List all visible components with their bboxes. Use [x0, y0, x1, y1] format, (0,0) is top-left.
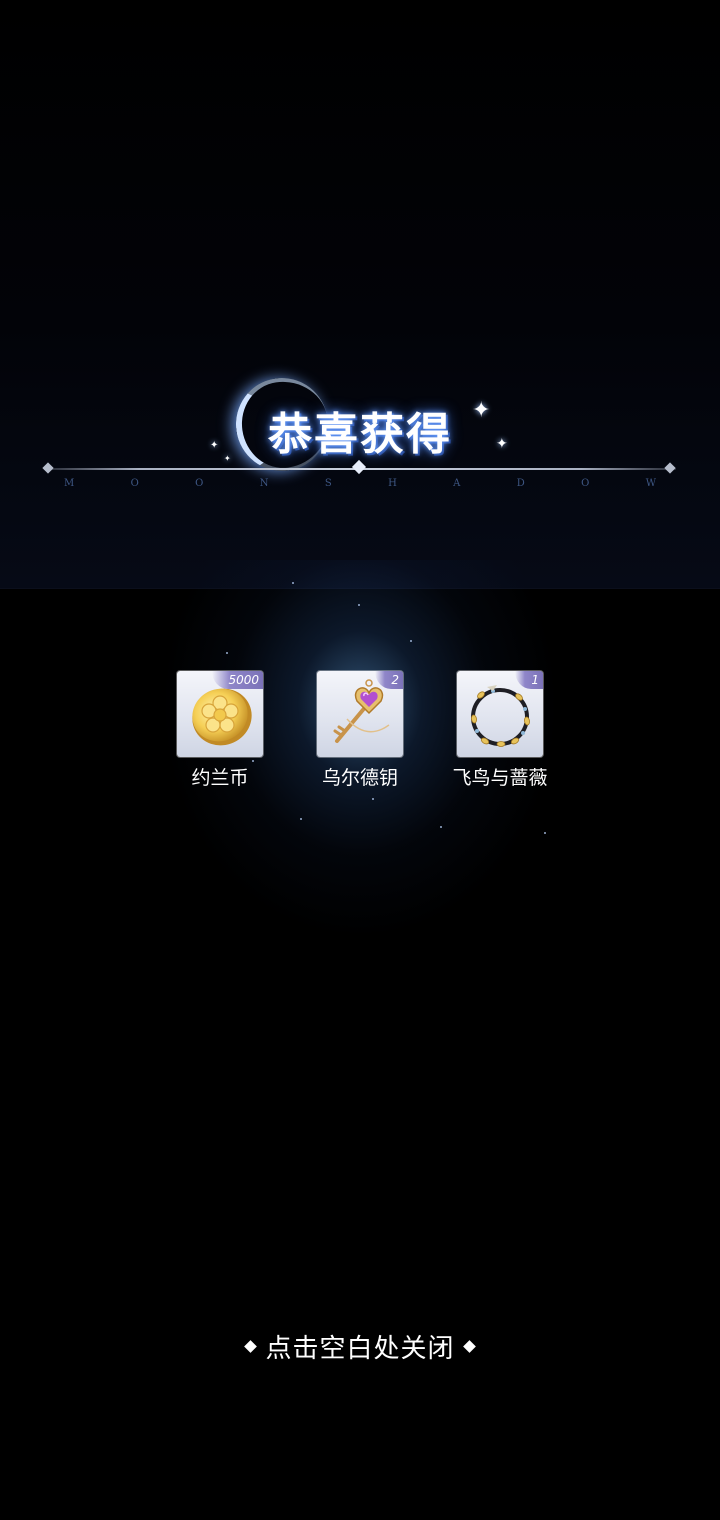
subtitle-letter: A [453, 478, 461, 489]
sparkle-star-icon: ✦ [496, 436, 508, 452]
subtitle-letter: O [195, 478, 204, 489]
popup-title: 恭喜获得 [268, 409, 452, 460]
sparkle-star-icon: ✦ [224, 454, 231, 463]
sparkle [292, 582, 294, 584]
sparkle [410, 640, 412, 642]
reward-card[interactable]: 2 [317, 671, 403, 757]
diamond-bullet-icon [462, 1340, 476, 1353]
reward-item-wreath[interactable]: 1 飞鸟与蔷薇 [435, 671, 565, 790]
subtitle-letter: O [581, 478, 590, 489]
sparkle [358, 604, 360, 606]
reward-card[interactable]: 1 [457, 671, 543, 757]
diamond-bullet-icon [244, 1340, 258, 1353]
subtitle-letter: H [388, 478, 397, 489]
reward-item-key[interactable]: 2 乌尔德钥 [295, 671, 425, 790]
sparkle-star-icon: ✦ [210, 440, 219, 451]
sparkle-star-icon: ✦ [472, 398, 491, 423]
close-hint[interactable]: 点击空白处关闭 [0, 1328, 720, 1365]
subtitle-letter: W [645, 478, 656, 489]
item-name: 乌尔德钥 [321, 767, 398, 789]
moonshadow-subtitle: M O O N S H A D O W [64, 478, 656, 489]
reward-item-coin[interactable]: 5000 约兰币 [155, 671, 285, 790]
item-name: 约兰币 [191, 767, 249, 789]
subtitle-letter: M [64, 478, 75, 489]
reward-popup-overlay[interactable]: 恭喜获得 ✦ ✦ ✦ ✦ M O O N S H A D O W 5000 约兰… [0, 0, 720, 1520]
sparkle [372, 798, 374, 800]
reward-card[interactable]: 5000 [177, 671, 263, 757]
sparkle [544, 832, 546, 834]
sparkle [226, 652, 228, 654]
item-count-badge: 5000 [212, 671, 263, 689]
subtitle-letter: O [130, 478, 139, 489]
subtitle-letter: N [259, 478, 269, 489]
header-backdrop [0, 0, 720, 589]
sparkle [300, 818, 302, 820]
sparkle [440, 826, 442, 828]
close-hint-label: 点击空白处关闭 [265, 1334, 455, 1364]
item-name: 飞鸟与蔷薇 [452, 767, 548, 789]
subtitle-letter: S [324, 478, 332, 489]
subtitle-letter: D [516, 478, 525, 489]
